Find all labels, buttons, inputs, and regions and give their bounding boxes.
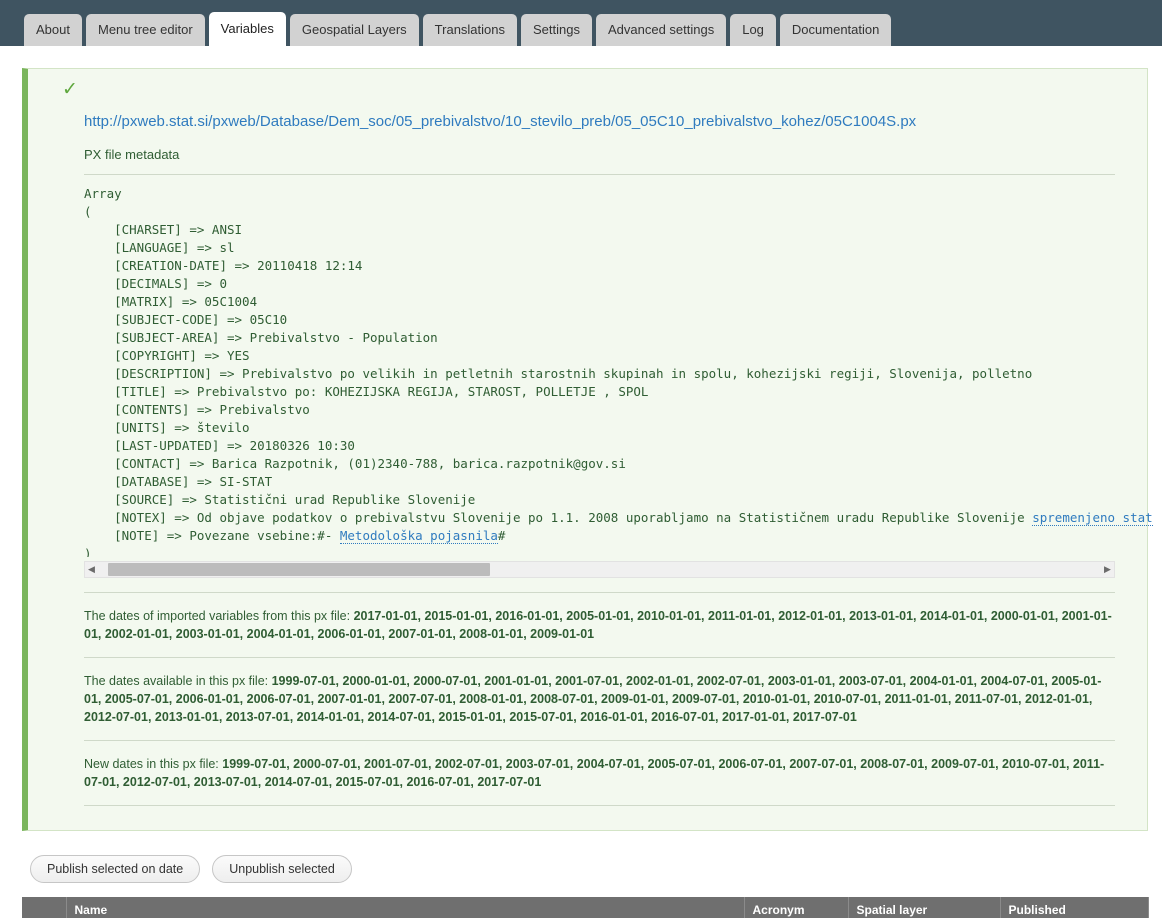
tab-about[interactable]: About: [24, 14, 82, 46]
new-dates-section: New dates in this px file: 1999-07-01, 2…: [84, 740, 1115, 806]
new-dates-label: New dates in this px file:: [84, 757, 223, 771]
metadata-body: Array ( [CHARSET] => ANSI [LANGUAGE] => …: [84, 186, 1033, 525]
table-header-name: Name: [66, 897, 745, 918]
px-metadata-text: Array ( [CHARSET] => ANSI [LANGUAGE] => …: [84, 185, 1162, 557]
note-suffix: #: [497, 528, 506, 543]
divider-top: [84, 174, 1115, 175]
available-dates-label: The dates available in this px file:: [84, 674, 272, 688]
tab-settings[interactable]: Settings: [521, 14, 592, 46]
px-metadata-block: Array ( [CHARSET] => ANSI [LANGUAGE] => …: [84, 185, 1153, 557]
main-tab-bar: About Menu tree editor Variables Geospat…: [0, 0, 1162, 46]
tab-log[interactable]: Log: [730, 14, 776, 46]
table-header-row: Name Acronym Spatial layer Published: [22, 897, 1149, 918]
scroll-left-arrow-icon[interactable]: ◀: [85, 565, 98, 574]
tab-geospatial-layers[interactable]: Geospatial Layers: [289, 14, 419, 46]
tab-variables[interactable]: Variables: [208, 12, 286, 46]
table-header-published: Published: [1000, 897, 1149, 918]
tab-menu-tree-editor[interactable]: Menu tree editor: [85, 14, 205, 46]
table-header-select: [22, 897, 67, 918]
metadata-horizontal-scrollbar[interactable]: ◀ ▶: [84, 561, 1115, 578]
tab-translations[interactable]: Translations: [422, 14, 517, 46]
tab-label: Advanced settings: [607, 22, 715, 37]
table-header-acronym: Acronym: [744, 897, 849, 918]
unpublish-selected-button[interactable]: Unpublish selected: [212, 855, 352, 883]
tab-documentation[interactable]: Documentation: [779, 14, 892, 46]
tab-advanced-settings[interactable]: Advanced settings: [595, 14, 727, 46]
tab-label: Documentation: [791, 22, 880, 37]
px-metadata-alert: ✓ http://pxweb.stat.si/pxweb/Database/De…: [22, 68, 1153, 831]
tab-label: About: [36, 22, 70, 37]
new-dates-values: 1999-07-01, 2000-07-01, 2001-07-01, 2002…: [84, 757, 1105, 789]
tab-label: Translations: [434, 22, 505, 37]
spremenjeno-stat-link[interactable]: spremenjeno stat: [1032, 510, 1153, 526]
page-body: ✓ http://pxweb.stat.si/pxweb/Database/De…: [0, 68, 1162, 918]
tab-label: Settings: [533, 22, 580, 37]
variables-table: Name Acronym Spatial layer Published Pop…: [22, 897, 1149, 918]
tab-label: Geospatial Layers: [301, 22, 407, 37]
check-icon: ✓: [62, 79, 78, 100]
imported-dates-label: The dates of imported variables from thi…: [84, 609, 354, 623]
action-button-row: Publish selected on date Unpublish selec…: [30, 855, 1162, 883]
tab-label: Menu tree editor: [97, 22, 193, 37]
scrollbar-track[interactable]: [98, 562, 1101, 577]
array-close-paren: ): [84, 546, 92, 557]
imported-dates-section: The dates of imported variables from thi…: [84, 592, 1115, 657]
table-header-spatial-layer: Spatial layer: [848, 897, 1001, 918]
available-dates-section: The dates available in this px file: 199…: [84, 657, 1115, 740]
px-metadata-clip: Array ( [CHARSET] => ANSI [LANGUAGE] => …: [84, 185, 1162, 557]
metodoloska-pojasnila-link[interactable]: Metodološka pojasnila: [339, 528, 498, 544]
px-metadata-subtitle: PX file metadata: [84, 147, 180, 162]
px-file-url-link[interactable]: http://pxweb.stat.si/pxweb/Database/Dem_…: [84, 113, 1129, 130]
publish-selected-on-date-button[interactable]: Publish selected on date: [30, 855, 201, 883]
note-prefix: [NOTE] => Povezane vsebine:#-: [84, 528, 340, 543]
tab-label: Variables: [220, 21, 274, 36]
tab-label: Log: [742, 22, 764, 37]
scrollbar-thumb[interactable]: [108, 563, 490, 576]
scroll-right-arrow-icon[interactable]: ▶: [1101, 565, 1114, 574]
